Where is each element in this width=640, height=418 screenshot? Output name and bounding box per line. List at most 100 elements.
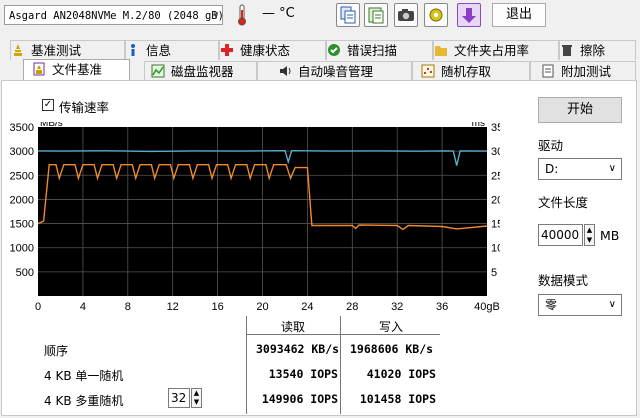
benchmark-icon (14, 44, 22, 56)
file-length-input[interactable]: 40000 (538, 224, 583, 246)
result-write-4k-single: 41020 IOPS (366, 367, 436, 381)
start-button[interactable]: 开始 (538, 97, 622, 123)
spin-up-icon[interactable]: ▲ (585, 225, 594, 235)
y-right-tick-label: 25 (491, 170, 500, 182)
x-tick-label: 40gB (474, 301, 500, 313)
y-right-tick-label: 20 (491, 194, 500, 206)
tab-label: 随机存取 (441, 64, 492, 79)
tab-error-scan[interactable]: 错误扫描 (326, 40, 433, 60)
x-tick-label: 8 (125, 301, 131, 313)
tab-auto-noise[interactable]: 自动噪音管理 (257, 61, 412, 81)
tab-label: 错误扫描 (347, 43, 398, 58)
exit-button[interactable]: 退出 (492, 3, 546, 27)
tab-label: 自动噪音管理 (298, 64, 374, 79)
x-tick-label: 36 (436, 301, 448, 313)
extra-tests-icon (542, 64, 554, 78)
screenshot-button[interactable] (394, 3, 418, 27)
tab-label: 擦除 (580, 43, 606, 58)
tab-label: 磁盘监视器 (171, 64, 234, 79)
x-tick-label: 28 (346, 301, 358, 313)
speaker-icon (280, 66, 291, 76)
spin-up-icon[interactable]: ▲ (192, 389, 201, 398)
tab-file-benchmark[interactable]: 文件基准 (23, 59, 130, 81)
x-tick-label: 24 (301, 301, 313, 313)
x-tick-label: 12 (167, 301, 179, 313)
chevron-down-icon: ∨ (608, 163, 616, 174)
y-left-tick-label: 2500 (10, 170, 34, 182)
tab-label: 健康状态 (240, 43, 291, 58)
tab-folder-usage[interactable]: 文件夹占用率 (433, 40, 559, 60)
tab-label: 文件夹占用率 (454, 43, 530, 58)
file-length-label: 文件长度 (538, 195, 589, 210)
results-header-read: 读取 (281, 320, 306, 334)
options-button[interactable] (424, 3, 448, 27)
info-icon (131, 44, 135, 56)
tab-random-access[interactable]: 随机存取 (412, 61, 530, 81)
drive-label: 驱动 (538, 138, 564, 153)
file-benchmark-icon (33, 62, 45, 76)
drive-dropdown[interactable]: D: ∨ (538, 158, 622, 180)
results-divider (340, 316, 341, 414)
temperature-readout: — °C (262, 6, 295, 21)
y-left-tick-label: 1500 (10, 219, 34, 231)
y-left-tick-label: 3500 (10, 122, 34, 134)
x-tick-label: 16 (211, 301, 223, 313)
results-divider (246, 334, 440, 335)
tab-label: 基准测试 (31, 43, 82, 58)
transfer-rate-label: 传输速率 (59, 100, 110, 115)
y-right-tick-label: 30 (491, 146, 500, 158)
result-label-4k-multi: 4 KB 多重随机 (44, 394, 124, 408)
thermometer-icon (238, 4, 246, 26)
y-left-tick-label: 1000 (10, 243, 34, 255)
result-read-sequential: 3093462 KB/s (256, 342, 340, 356)
y-right-tick-label: 5 (491, 267, 497, 279)
result-read-4k-single: 13540 IOPS (268, 367, 338, 381)
random-access-icon (421, 64, 435, 78)
spin-down-icon[interactable]: ▼ (585, 235, 594, 245)
trash-icon (562, 45, 572, 56)
camera-icon (398, 9, 414, 21)
chevron-down-icon: ∨ (608, 299, 616, 310)
tab-extra-tests[interactable]: 附加测试 (530, 61, 636, 81)
drive-selector[interactable]: Asgard AN2048NVMe M.2/80 (2048 gB) ∨ (4, 5, 223, 25)
disk-monitor-icon (151, 64, 165, 78)
x-tick-label: 20 (256, 301, 268, 313)
error-scan-icon (328, 44, 340, 56)
drive-selector-value: Asgard AN2048NVMe M.2/80 (2048 gB) (9, 10, 223, 22)
queue-depth-spinner[interactable]: ▲ ▼ (191, 388, 202, 408)
tab-health[interactable]: 健康状态 (219, 40, 326, 60)
clipboard-icon (368, 7, 384, 24)
copy-button[interactable] (336, 3, 360, 27)
y-left-unit-label: MB/s (40, 122, 63, 129)
y-right-unit-label: ms (472, 122, 485, 129)
file-length-unit: MB (600, 228, 620, 243)
y-right-tick-label: 10 (491, 243, 500, 255)
data-mode-dropdown[interactable]: 零 ∨ (538, 294, 622, 316)
tab-label: 文件基准 (52, 62, 103, 77)
tab-benchmark[interactable]: 基准测试 (10, 40, 125, 60)
y-left-tick-label: 500 (16, 267, 34, 279)
spin-down-icon[interactable]: ▼ (192, 398, 201, 407)
data-mode-label: 数据模式 (538, 273, 589, 288)
x-tick-label: 0 (35, 301, 41, 313)
y-right-tick-label: 15 (491, 219, 500, 231)
results-header-write: 写入 (379, 320, 404, 334)
tab-erase[interactable]: 擦除 (559, 40, 636, 60)
save-button[interactable] (457, 3, 481, 27)
file-length-value: 40000 (541, 228, 580, 242)
transfer-rate-checkbox[interactable]: ✓ (42, 99, 54, 111)
result-write-4k-multi: 101458 IOPS (359, 392, 436, 406)
file-length-spinner[interactable]: ▲ ▼ (584, 224, 595, 246)
result-read-4k-multi: 149906 IOPS (261, 392, 338, 406)
copy-all-button[interactable] (364, 3, 388, 27)
tab-info[interactable]: 信息 (125, 40, 219, 60)
folder-icon (435, 46, 447, 56)
result-write-sequential: 1968606 KB/s (350, 342, 434, 356)
tab-disk-monitor[interactable]: 磁盘监视器 (144, 61, 257, 81)
y-left-tick-label: 3000 (10, 146, 34, 158)
queue-depth-value: 32 (171, 391, 187, 405)
result-label-4k-single: 4 KB 单一随机 (44, 369, 124, 383)
queue-depth-input[interactable]: 32 (168, 388, 190, 408)
transfer-rate-chart: 0 4 8 12 16 20 24 28 32 36 40gB 500 1000 1500 2000 2500… (10, 122, 500, 313)
results-divider (246, 316, 247, 414)
